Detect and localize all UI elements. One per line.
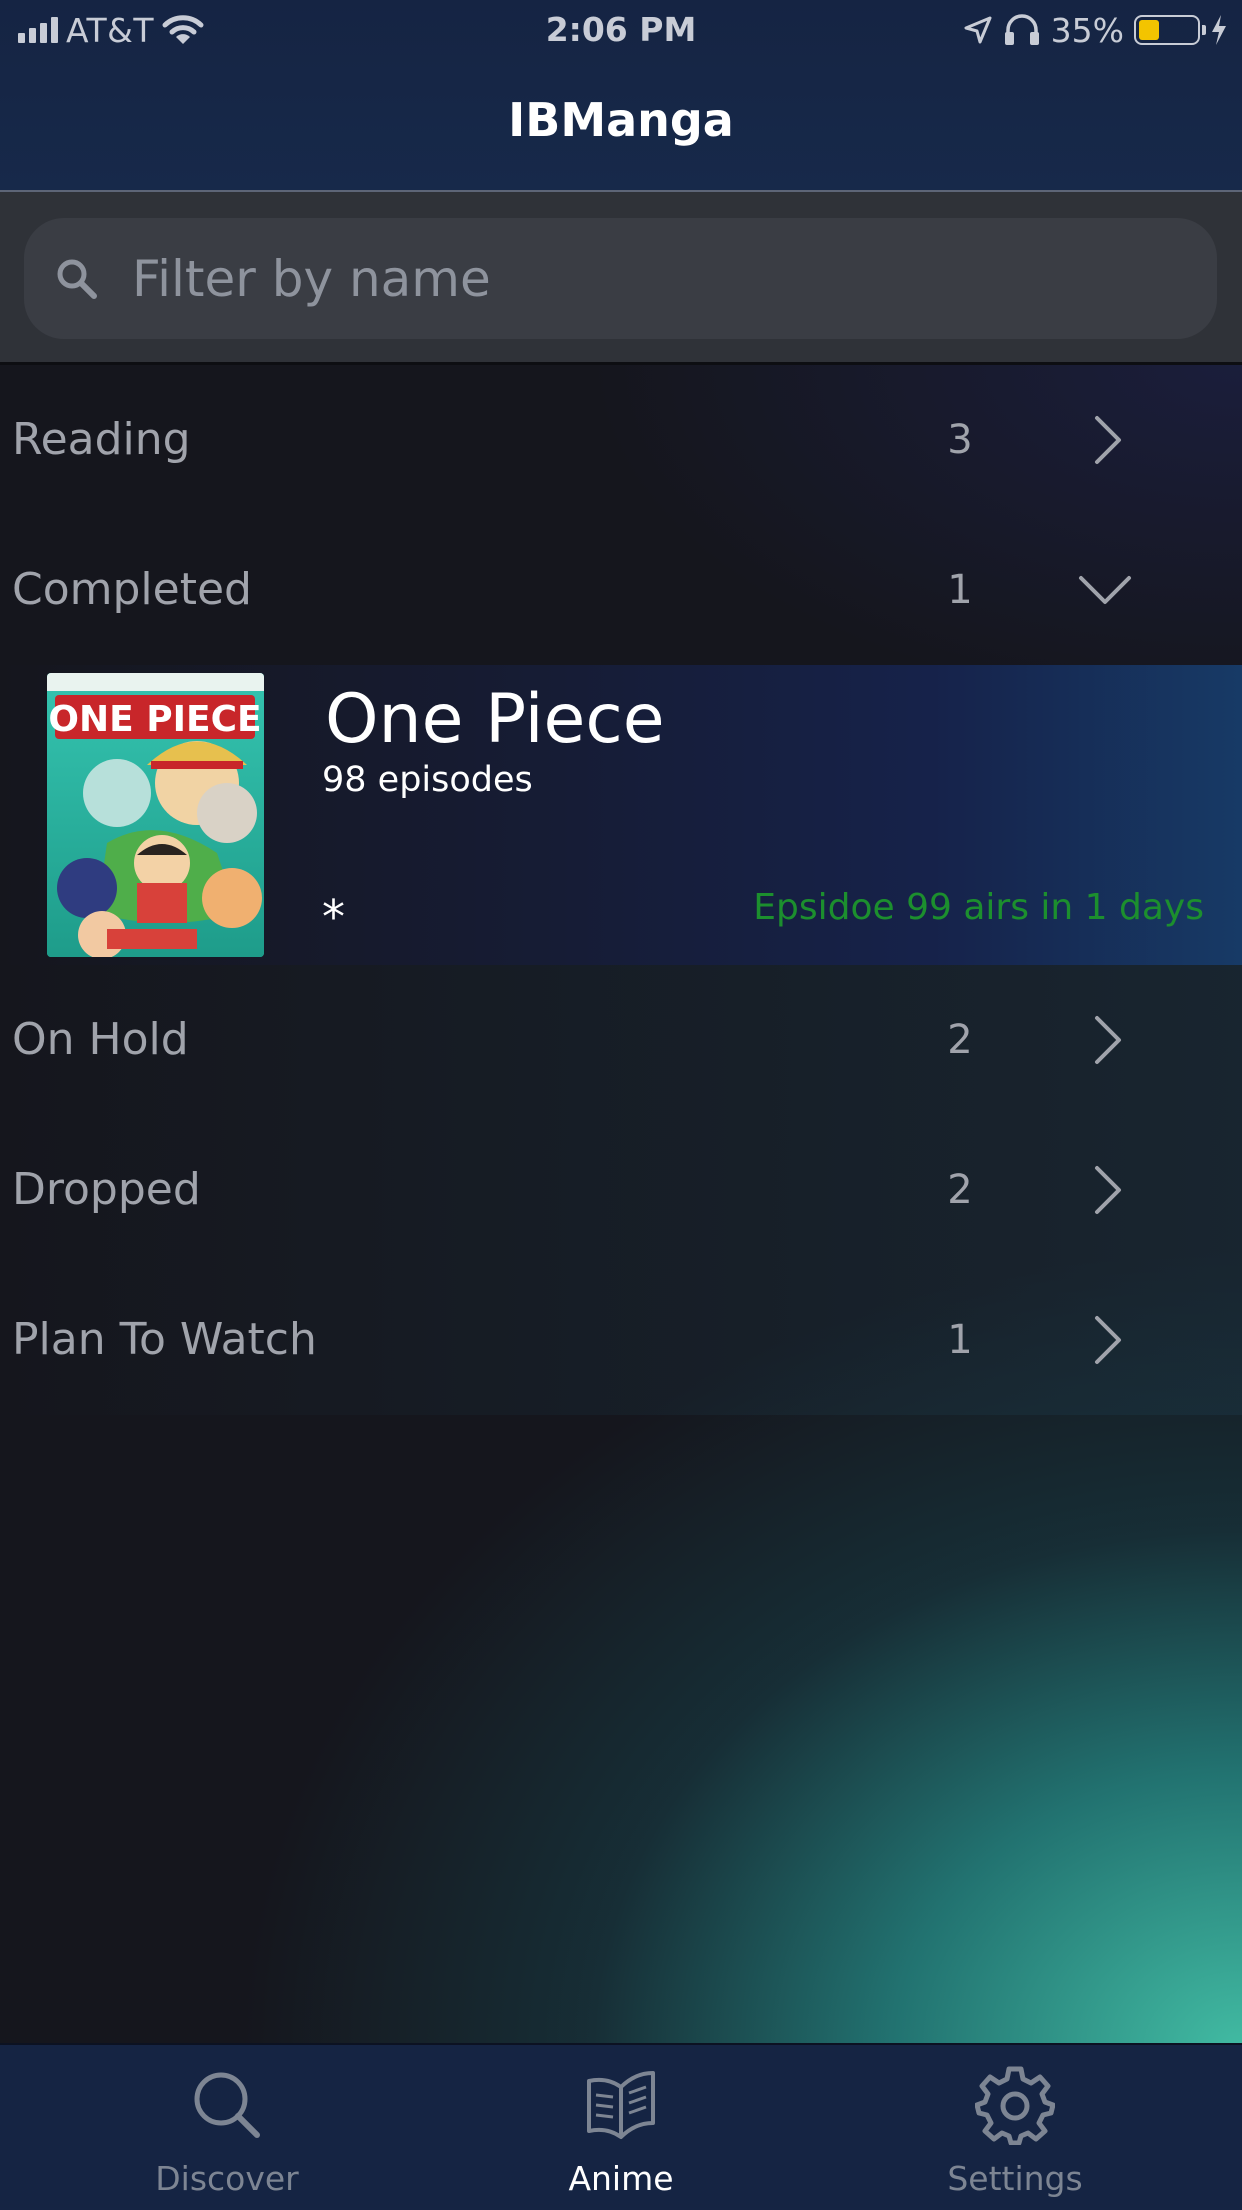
chevron-right-icon: [1095, 1016, 1121, 1064]
tab-bar: Discover Anime Settings: [0, 2043, 1242, 2210]
search-field[interactable]: [24, 218, 1217, 339]
page-title: IBManga: [508, 93, 734, 147]
anime-list-item[interactable]: ONE PIECE One Piece 98 episodes * Epsido…: [0, 665, 1242, 965]
battery-percentage: 35%: [1050, 10, 1124, 50]
status-right: 35%: [963, 8, 1228, 52]
lower-category-group: On Hold 2 Dropped 2 Plan To Watch 1: [0, 965, 1242, 1415]
category-row-completed[interactable]: Completed 1: [0, 515, 1242, 665]
charging-bolt-icon: [1212, 15, 1226, 45]
cover-art: ONE PIECE: [47, 673, 264, 957]
category-count: 3: [947, 417, 973, 463]
magnifier-icon: [194, 2072, 260, 2138]
battery-level-fill: [1139, 20, 1159, 40]
tab-label: Anime: [568, 2159, 674, 2198]
category-list: Reading 3 Completed 1 ONE PIECE One Piec…: [0, 365, 1242, 1415]
search-bar: [0, 192, 1242, 365]
tab-label: Discover: [155, 2159, 299, 2198]
chevron-down-icon: [1079, 576, 1131, 604]
battery-icon: [1134, 15, 1206, 45]
category-count: 2: [947, 1167, 973, 1213]
category-row-plan-to-watch[interactable]: Plan To Watch 1: [0, 1265, 1242, 1415]
category-count: 2: [947, 1017, 973, 1063]
category-label: Completed: [12, 564, 252, 615]
tab-label: Settings: [947, 2159, 1083, 2198]
tab-settings[interactable]: Settings: [808, 2045, 1222, 2210]
category-row-dropped[interactable]: Dropped 2: [0, 1115, 1242, 1265]
category-count: 1: [947, 567, 973, 613]
category-label: Plan To Watch: [12, 1314, 317, 1365]
category-label: Reading: [12, 414, 191, 465]
category-row-on-hold[interactable]: On Hold 2: [0, 965, 1242, 1115]
search-input[interactable]: [132, 249, 1132, 308]
chevron-right-icon: [1095, 1166, 1121, 1214]
gear-icon: [975, 2066, 1055, 2145]
category-label: On Hold: [12, 1014, 189, 1065]
chevron-right-icon: [1095, 1316, 1121, 1364]
status-bar: AT&T 2:06 PM 35%: [0, 0, 1242, 60]
category-row-reading[interactable]: Reading 3: [0, 365, 1242, 515]
location-arrow-icon: [964, 16, 992, 44]
navigation-bar: AT&T 2:06 PM 35% IBManga: [0, 0, 1242, 192]
headphones-icon: [1004, 14, 1039, 45]
chevron-right-icon: [1095, 416, 1121, 464]
tab-anime[interactable]: Anime: [414, 2045, 828, 2210]
category-label: Dropped: [12, 1164, 201, 1215]
episode-count: 98 episodes: [322, 760, 533, 800]
search-icon: [57, 259, 97, 299]
item-marker: *: [322, 890, 345, 944]
tab-discover[interactable]: Discover: [20, 2045, 434, 2210]
category-count: 1: [947, 1317, 973, 1363]
anime-title: One Piece: [325, 680, 665, 759]
next-episode-status: Epsidoe 99 airs in 1 days: [753, 887, 1204, 928]
anime-cover-image: ONE PIECE: [47, 673, 264, 957]
cover-title: ONE PIECE: [48, 699, 261, 740]
open-book-icon: [587, 2071, 655, 2139]
